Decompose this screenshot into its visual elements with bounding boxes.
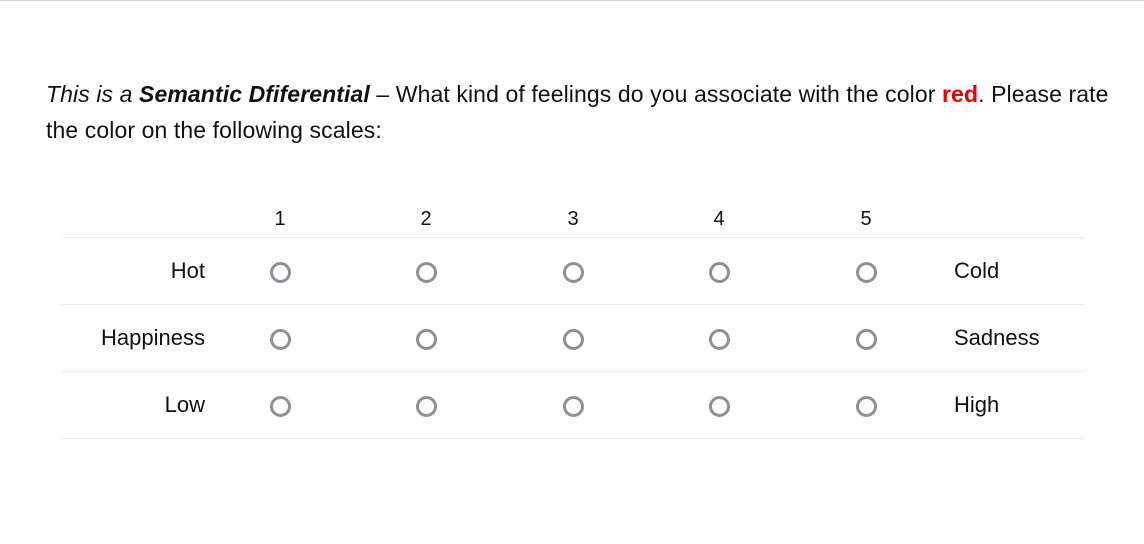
radio-low-high-1[interactable]	[269, 396, 291, 417]
radio-low-high-5[interactable]	[855, 396, 877, 417]
right-anchor-label: High	[954, 392, 1000, 417]
radio-happiness-sadness-1[interactable]	[269, 329, 291, 350]
left-anchor-label: Low	[164, 392, 205, 417]
radio-hot-cold-5[interactable]	[855, 262, 877, 283]
radio-hot-cold-3[interactable]	[562, 262, 584, 283]
radio-low-high-2[interactable]	[415, 396, 437, 417]
scale-label-5: 5	[860, 208, 872, 230]
matrix-row-happiness-sadness: Happiness Sadness	[61, 305, 1085, 371]
scale-label-3: 3	[567, 208, 579, 230]
right-anchor-label: Cold	[954, 258, 1000, 283]
radio-hot-cold-1[interactable]	[269, 262, 291, 283]
radio-hot-cold-4[interactable]	[708, 262, 730, 283]
radio-happiness-sadness-5[interactable]	[855, 329, 877, 350]
row-divider	[61, 438, 1085, 439]
radio-happiness-sadness-3[interactable]	[562, 329, 584, 350]
left-anchor-label: Hot	[170, 258, 205, 283]
radio-low-high-4[interactable]	[708, 396, 730, 417]
semantic-differential-matrix: 1 2 3 4 5 Hot Cold Happiness Sadness Low…	[61, 0, 1085, 544]
scale-label-2: 2	[420, 208, 432, 230]
scale-label-1: 1	[274, 208, 286, 230]
right-anchor-label: Sadness	[954, 325, 1040, 350]
radio-happiness-sadness-2[interactable]	[415, 329, 437, 350]
matrix-row-low-high: Low High	[61, 372, 1085, 438]
left-anchor-label: Happiness	[101, 325, 205, 350]
radio-hot-cold-2[interactable]	[415, 262, 437, 283]
radio-low-high-3[interactable]	[562, 396, 584, 417]
scale-label-4: 4	[713, 208, 725, 230]
radio-happiness-sadness-4[interactable]	[708, 329, 730, 350]
matrix-row-hot-cold: Hot Cold	[61, 238, 1085, 304]
